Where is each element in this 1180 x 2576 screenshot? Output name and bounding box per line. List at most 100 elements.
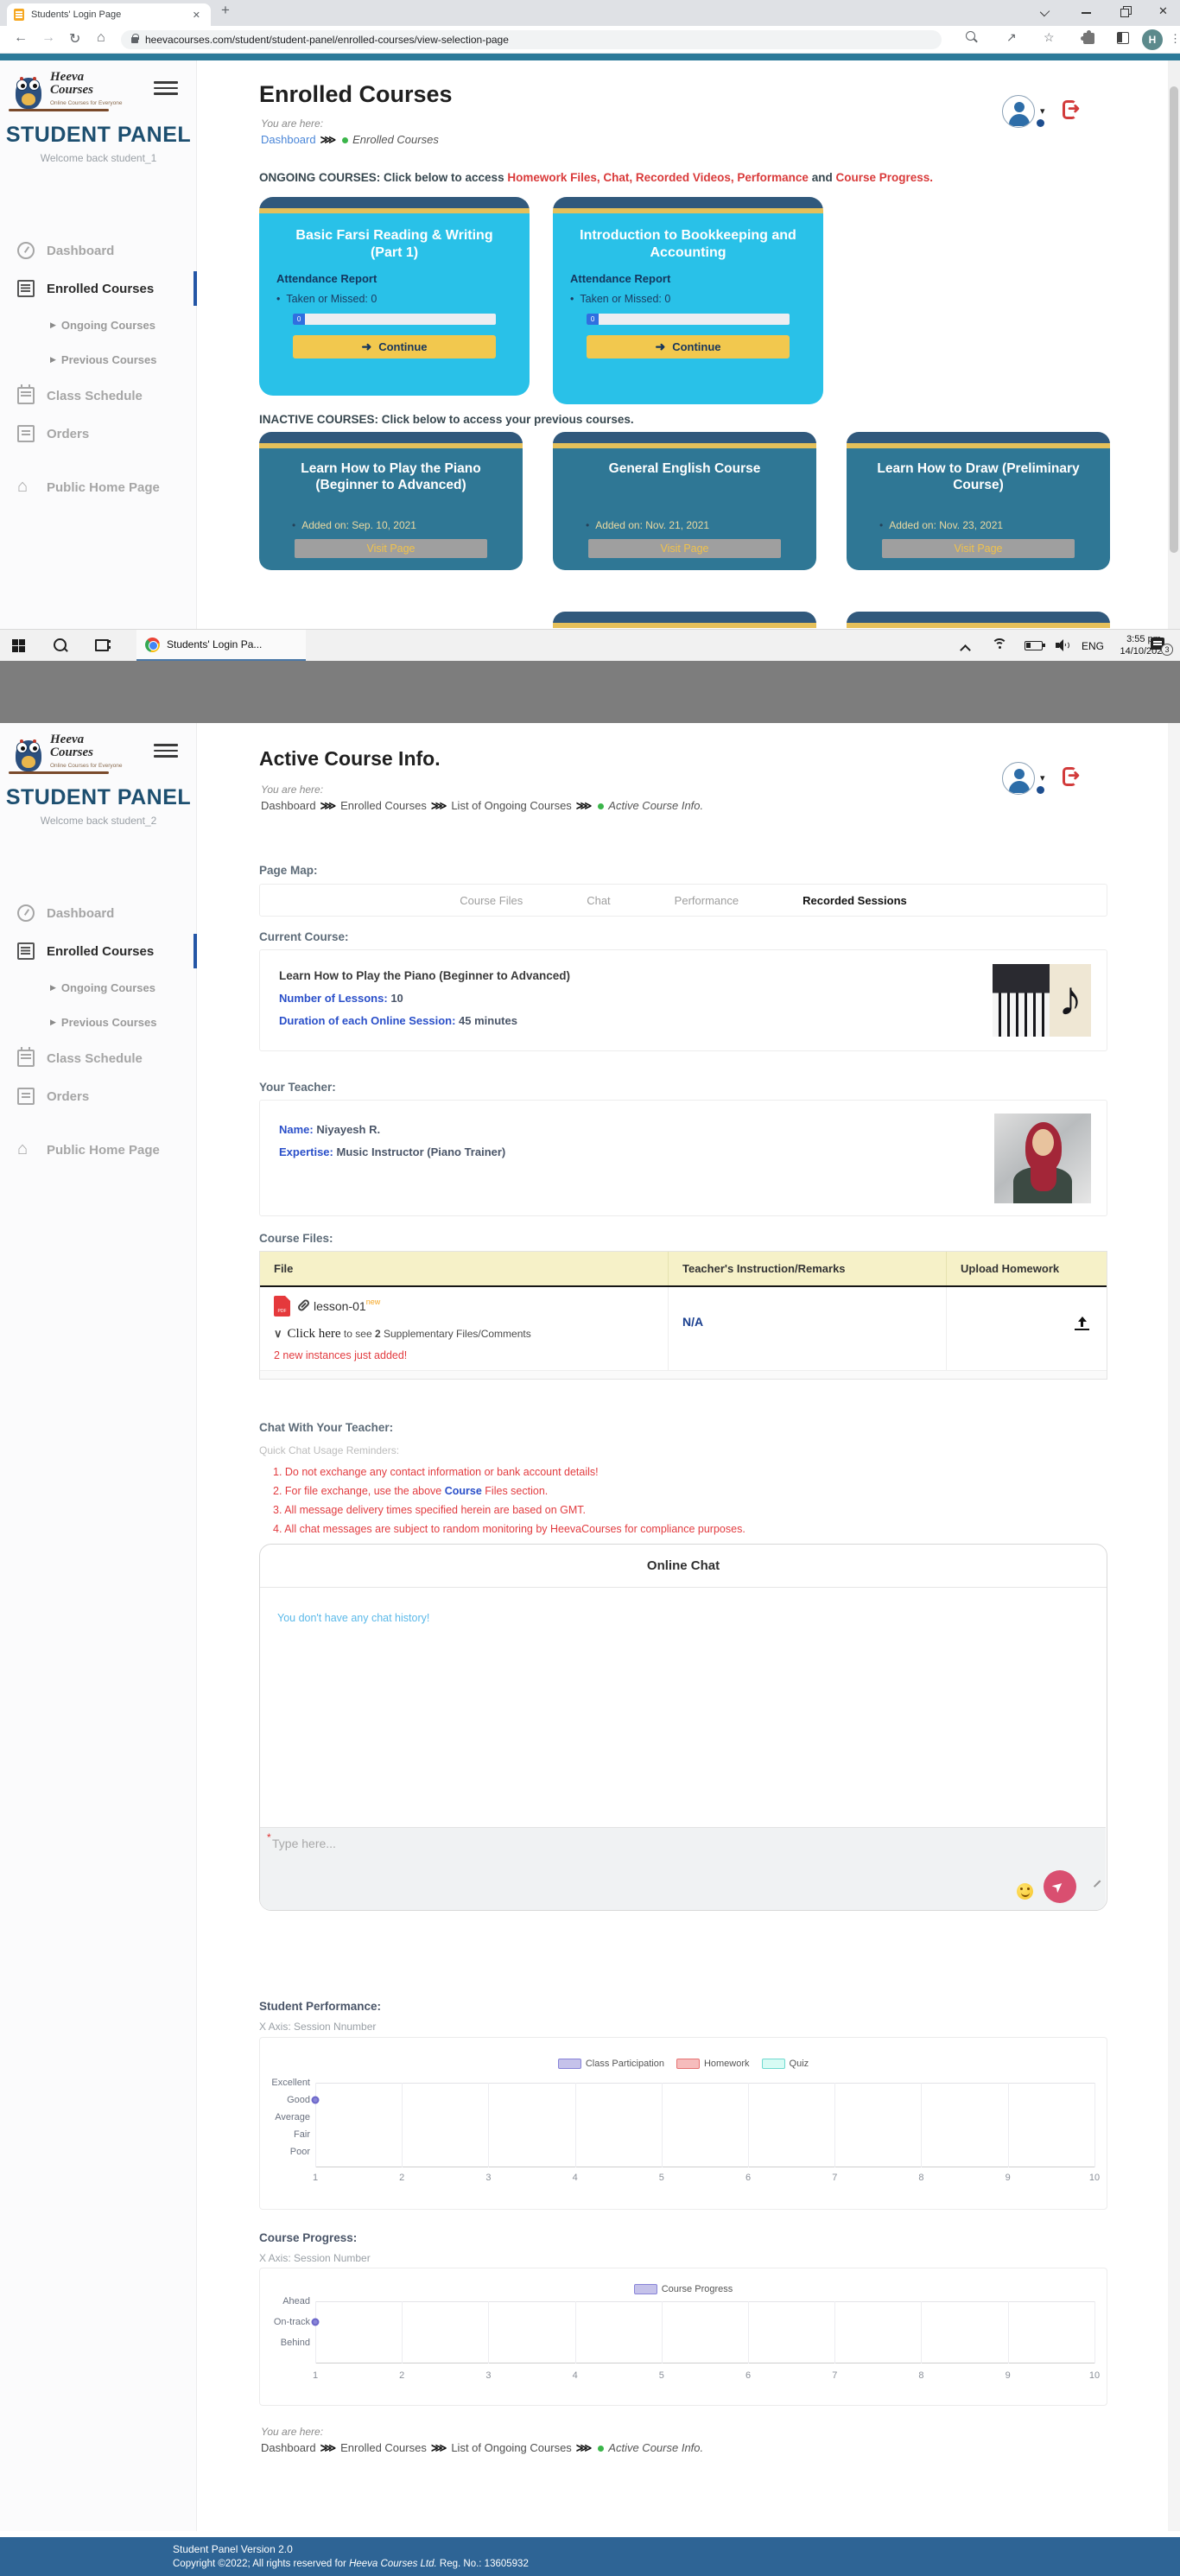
battery-icon[interactable] [1025, 641, 1043, 650]
lock-icon [131, 37, 138, 43]
chat-empty-message: You don't have any chat history! [277, 1612, 429, 1624]
tray-chevron-icon[interactable] [961, 644, 969, 652]
sidebar-item-orders[interactable]: Orders [0, 415, 197, 453]
bookmark-star-icon[interactable]: ☆ [1044, 30, 1055, 45]
continue-button[interactable]: ➜Continue [587, 335, 790, 358]
breadcrumb-item[interactable]: List of Ongoing Courses [451, 799, 571, 812]
sidebar-item-orders[interactable]: Orders [0, 1077, 197, 1115]
zoom-icon[interactable] [966, 31, 978, 43]
sidebar-item-public-home-page[interactable]: ⌂Public Home Page [0, 1131, 197, 1169]
start-button-icon[interactable] [12, 639, 25, 652]
chat-section-label: Chat With Your Teacher: [259, 1421, 393, 1434]
task-view-icon[interactable] [95, 639, 109, 651]
footer-version: Student Panel Version 2.0 [173, 2543, 293, 2555]
side-panel-icon[interactable] [1117, 32, 1129, 44]
avatar-caret-icon[interactable]: ▾ [1040, 772, 1045, 784]
breadcrumb-item[interactable]: Dashboard [261, 2441, 316, 2454]
breadcrumb-item[interactable]: Enrolled Courses [340, 2441, 427, 2454]
home-button[interactable]: ⌂ [97, 30, 105, 46]
hamburger-menu-icon[interactable] [154, 744, 178, 758]
file-link[interactable]: lesson-01new [274, 1296, 654, 1317]
tab-close-icon[interactable]: ✕ [189, 8, 204, 22]
taskbar-chrome-task[interactable]: Students' Login Pa... [136, 630, 306, 662]
notification-badge: 3 [1161, 644, 1173, 656]
user-avatar[interactable] [1002, 762, 1035, 795]
visit-page-button[interactable]: Visit Page [295, 539, 488, 558]
send-button[interactable]: ➤ [1044, 1870, 1076, 1903]
window-minimize-button[interactable] [1081, 5, 1093, 17]
sidebar-item-class-schedule[interactable]: Class Schedule [0, 377, 197, 415]
tab-recorded-sessions[interactable]: Recorded Sessions [803, 894, 907, 907]
breadcrumb-dashboard-link[interactable]: Dashboard [261, 133, 316, 146]
browser-menu-icon[interactable]: ⋮ [1170, 32, 1180, 46]
partial-course-card [553, 612, 816, 629]
upload-icon[interactable] [1075, 1317, 1089, 1330]
lessons-row: Number of Lessons: 10 [279, 992, 403, 1005]
logout-button[interactable]: ➜ [1063, 99, 1085, 122]
tab-course-files[interactable]: Course Files [460, 894, 523, 907]
scrollbar-thumb[interactable] [1170, 86, 1178, 553]
logout-button[interactable]: ➜ [1063, 766, 1085, 789]
language-indicator[interactable]: ENG [1082, 640, 1104, 652]
tab-chat[interactable]: Chat [587, 894, 610, 907]
data-point-class-participation[interactable] [312, 2097, 320, 2104]
avatar-caret-icon[interactable]: ▾ [1040, 105, 1045, 117]
new-badge: new [366, 1298, 381, 1306]
inactive-course-card[interactable]: Learn How to Play the Piano (Beginner to… [259, 432, 523, 570]
data-point-course-progress[interactable] [312, 2319, 320, 2326]
sidebar-item-public-home-page[interactable]: ⌂Public Home Page [0, 468, 197, 506]
window-chevron-icon[interactable] [1039, 5, 1051, 17]
window-restore-button[interactable] [1120, 5, 1132, 17]
address-bar[interactable]: heevacourses.com/student/student-panel/e… [121, 30, 942, 49]
inactive-course-card[interactable]: General English Course Added on: Nov. 21… [553, 432, 816, 570]
browser-profile-avatar[interactable]: H [1142, 29, 1163, 50]
ongoing-course-card[interactable]: Basic Farsi Reading & Writing (Part 1) A… [259, 197, 530, 396]
supplementary-toggle[interactable]: ∨Click here to see 2 Supplementary Files… [274, 1327, 654, 1342]
breadcrumb: Dashboard Enrolled Courses List of Ongoing… [261, 798, 779, 814]
welcome-text: Welcome back student_2 [0, 815, 197, 827]
sidebar-item-class-schedule[interactable]: Class Schedule [0, 1039, 197, 1077]
sidebar-item-ongoing-courses[interactable]: ▶Ongoing Courses [0, 970, 197, 1005]
visit-page-button[interactable]: Visit Page [588, 539, 782, 558]
page-map-label: Page Map: [259, 864, 318, 877]
chat-input-area: ➤ [260, 1827, 1106, 1910]
breadcrumb-item[interactable]: Enrolled Courses [340, 799, 427, 812]
taskbar-search-icon[interactable] [54, 638, 68, 653]
sidebar-item-dashboard[interactable]: Dashboard [0, 894, 197, 932]
heeva-owl-logo [12, 735, 47, 775]
forward-button[interactable]: → [41, 30, 55, 46]
back-button[interactable]: ← [14, 30, 28, 46]
sidebar-item-previous-courses[interactable]: ▶Previous Courses [0, 1005, 197, 1039]
sidebar-item-ongoing-courses[interactable]: ▶Ongoing Courses [0, 308, 197, 342]
sidebar-item-enrolled-courses[interactable]: Enrolled Courses [0, 932, 197, 970]
visit-page-button[interactable]: Visit Page [882, 539, 1075, 558]
user-avatar[interactable] [1002, 95, 1035, 128]
breadcrumb-item[interactable]: Dashboard [261, 799, 316, 812]
resize-grip[interactable] [1092, 1872, 1101, 1881]
hamburger-menu-icon[interactable] [154, 81, 178, 95]
inactive-course-card[interactable]: Learn How to Draw (Preliminary Course) A… [847, 432, 1110, 570]
reload-button[interactable]: ↻ [69, 30, 80, 48]
browser-tab[interactable]: Students' Login Page ✕ [7, 3, 211, 26]
tab-performance[interactable]: Performance [675, 894, 739, 907]
course-title: Learn How to Draw (Preliminary Course) [860, 457, 1096, 519]
orders-icon [17, 1088, 35, 1105]
sidebar-item-previous-courses[interactable]: ▶Previous Courses [0, 342, 197, 377]
main-content: Enrolled Courses You are here: Dashboard… [197, 60, 1180, 629]
user-avatar-cluster: ▾ ➜ [1002, 762, 1106, 800]
extensions-icon[interactable] [1083, 33, 1094, 44]
ongoing-course-card[interactable]: Introduction to Bookkeeping and Accounti… [553, 197, 823, 404]
new-tab-button[interactable]: + [221, 2, 230, 19]
sidebar-item-dashboard[interactable]: Dashboard [0, 232, 197, 270]
breadcrumb-item[interactable]: List of Ongoing Courses [451, 2441, 571, 2454]
window-close-button[interactable]: ✕ [1158, 5, 1170, 17]
emoji-button[interactable] [1017, 1883, 1033, 1900]
breadcrumb-current: Enrolled Courses [352, 133, 439, 146]
continue-button[interactable]: ➜Continue [293, 335, 496, 358]
sidebar-item-enrolled-courses[interactable]: Enrolled Courses [0, 270, 197, 308]
chat-message-input[interactable] [272, 1837, 1180, 1885]
wifi-icon[interactable] [992, 638, 1007, 651]
chat-title: Online Chat [260, 1545, 1107, 1588]
speaker-icon[interactable] [1056, 639, 1071, 651]
share-icon[interactable]: ↗ [1006, 30, 1017, 45]
